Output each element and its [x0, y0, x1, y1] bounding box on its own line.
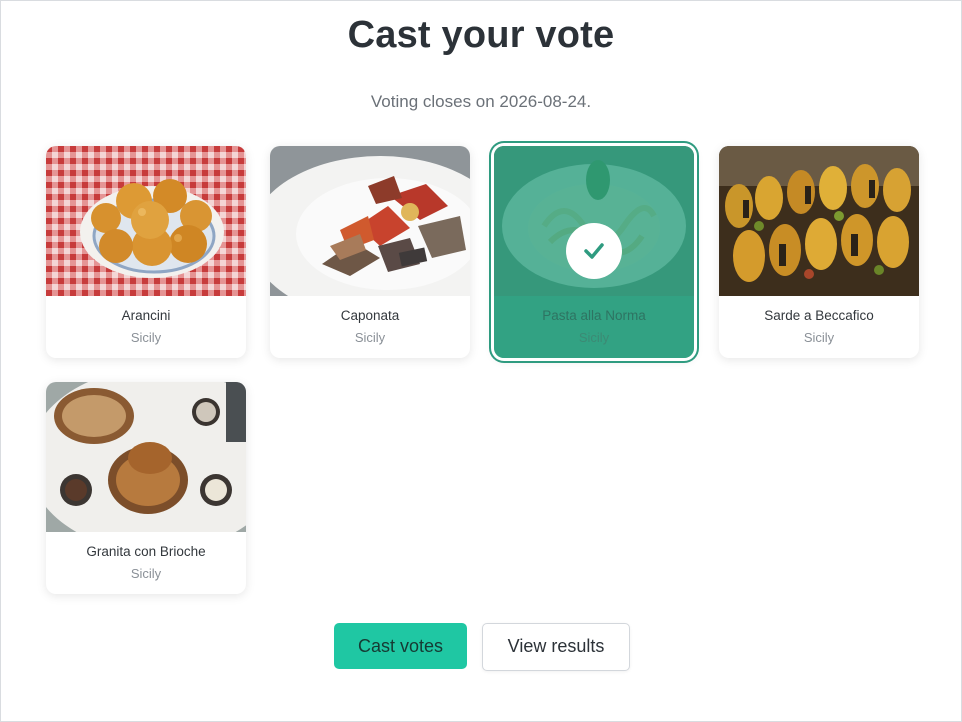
dish-card-arancini[interactable]: Arancini Sicily — [46, 146, 246, 358]
dish-region: Sicily — [354, 330, 386, 345]
cast-votes-button[interactable]: Cast votes — [334, 623, 467, 669]
dish-name: Arancini — [121, 308, 171, 323]
voting-deadline: Voting closes on 2026-08-24. — [370, 92, 592, 111]
dish-name: Caponata — [340, 308, 400, 323]
caponata-photo — [270, 146, 470, 296]
view-results-button[interactable]: View results — [482, 623, 630, 671]
granita-photo — [46, 382, 246, 532]
dish-region: Sicily — [803, 330, 835, 345]
dish-card-sarde-a-beccafico[interactable]: Sarde a Beccafico Sicily — [719, 146, 919, 358]
dish-name: Granita con Brioche — [86, 544, 206, 559]
dish-card-pasta-alla-norma[interactable]: Pasta alla Norma Sicily — [494, 146, 694, 358]
sardines-photo — [719, 146, 919, 296]
dish-name: Pasta alla Norma — [542, 308, 646, 323]
dish-card-granita-con-brioche[interactable]: Granita con Brioche Sicily — [46, 382, 246, 594]
dish-region: Sicily — [130, 330, 162, 345]
dish-region: Sicily — [578, 330, 610, 345]
check-icon — [566, 223, 622, 279]
arancini-photo — [46, 146, 246, 296]
page-title: Cast your vote — [347, 14, 615, 56]
dish-card-caponata[interactable]: Caponata Sicily — [270, 146, 470, 358]
dish-name: Sarde a Beccafico — [764, 308, 874, 323]
dish-region: Sicily — [130, 566, 162, 581]
